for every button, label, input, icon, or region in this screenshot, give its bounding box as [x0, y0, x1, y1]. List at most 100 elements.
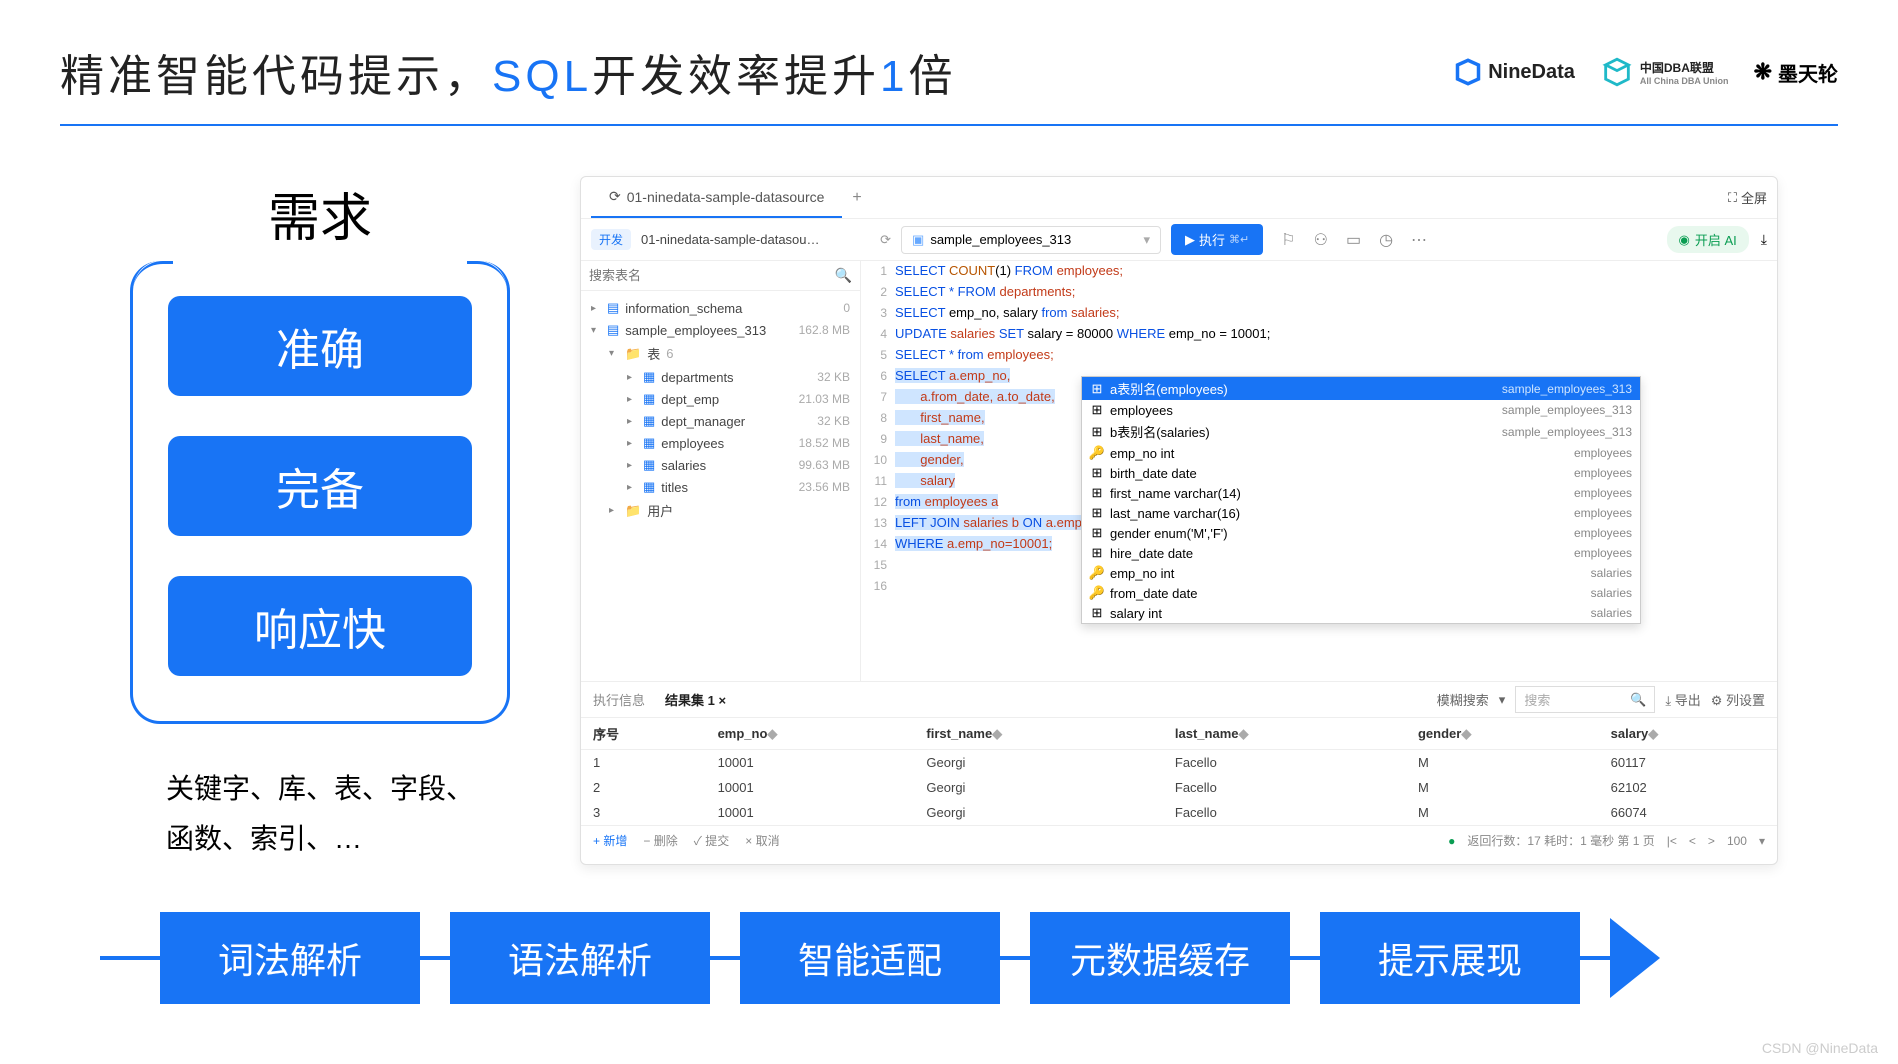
search-icon: 🔍	[1630, 692, 1646, 708]
flow-diagram: 词法解析 语法解析 智能适配 元数据缓存 提示展现	[100, 912, 1838, 1004]
flow-step: 智能适配	[740, 912, 1000, 1004]
autocomplete-item[interactable]: ⊞b表别名(salaries)sample_employees_313	[1082, 420, 1640, 443]
autocomplete-item[interactable]: ⊞first_name varchar(14)employees	[1082, 483, 1640, 503]
database-select[interactable]: ▣ sample_employees_313 ▾	[901, 226, 1161, 254]
tree-table[interactable]: ▸▦departments32 KB	[581, 366, 860, 388]
status-dot-icon: ●	[1448, 834, 1455, 848]
ide-screenshot: ⟳ 01-ninedata-sample-datasource + ⛶全屏 开发…	[580, 176, 1778, 865]
search-icon[interactable]: 🔍	[835, 267, 852, 284]
ai-button[interactable]: ◉开启 AI	[1667, 226, 1749, 253]
table-icon: ▦	[643, 457, 655, 473]
play-icon: ▶	[1185, 232, 1195, 248]
fullscreen-icon: ⛶	[1728, 190, 1737, 206]
format-icon[interactable]: ⚐	[1281, 230, 1295, 250]
folder-icon: 📁	[625, 503, 641, 519]
autocomplete-item[interactable]: ⊞employeessample_employees_313	[1082, 400, 1640, 420]
download-icon[interactable]: ⤓	[1761, 231, 1767, 248]
arrow-icon	[1610, 918, 1660, 998]
tree-db[interactable]: ▸▤information_schema0	[581, 297, 860, 319]
col-gender[interactable]: gender◆	[1406, 718, 1599, 750]
database-icon: ▤	[607, 322, 619, 338]
modb-logo: ❋墨天轮	[1754, 58, 1838, 87]
tab-result[interactable]: 结果集 1 ×	[665, 690, 726, 709]
run-button[interactable]: ▶ 执行 ⌘↵	[1171, 224, 1263, 255]
autocomplete-item[interactable]: ⊞salary intsalaries	[1082, 603, 1640, 623]
autocomplete-item[interactable]: ⊞birth_date dateemployees	[1082, 463, 1640, 483]
col-idx[interactable]: 序号	[581, 718, 706, 750]
source-selector[interactable]: 01-ninedata-sample-datasou…⟳	[641, 232, 891, 248]
autocomplete-item[interactable]: ⊞gender enum('M','F')employees	[1082, 523, 1640, 543]
autocomplete-item[interactable]: ⊞last_name varchar(16)employees	[1082, 503, 1640, 523]
code-editor[interactable]: 1SELECT COUNT(1) FROM employees; 2SELECT…	[861, 261, 1777, 681]
col-salary[interactable]: salary◆	[1599, 718, 1777, 750]
refresh-icon[interactable]: ⟳	[880, 232, 891, 248]
flow-step: 提示展现	[1320, 912, 1580, 1004]
left-note: 关键字、库、表、字段、函数、索引、…	[166, 764, 474, 865]
requirements-panel: 需求 准确 完备 响应快 关键字、库、表、字段、函数、索引、…	[120, 176, 520, 865]
search-mode[interactable]: 模糊搜索	[1437, 690, 1489, 709]
autocomplete-item[interactable]: 🔑emp_no intemployees	[1082, 443, 1640, 463]
table-row[interactable]: 310001GeorgiFacelloM66074	[581, 800, 1777, 825]
chevron-down-icon: ▾	[1143, 232, 1150, 248]
need-label: 需求	[268, 176, 372, 251]
tree-table[interactable]: ▸▦dept_emp21.03 MB	[581, 388, 860, 410]
dba-logo: 中国DBA联盟All China DBA Union	[1600, 55, 1729, 89]
tree-folder[interactable]: ▾📁表 6	[581, 341, 860, 366]
tree-table[interactable]: ▸▦employees18.52 MB	[581, 432, 860, 454]
column-settings[interactable]: ⚙ 列设置	[1711, 690, 1765, 709]
table-row[interactable]: 110001GeorgiFacelloM60117	[581, 750, 1777, 776]
search-input[interactable]	[589, 268, 835, 283]
autocomplete-item[interactable]: ⊞hire_date dateemployees	[1082, 543, 1640, 563]
autocomplete-item[interactable]: 🔑from_date datesalaries	[1082, 583, 1640, 603]
add-button[interactable]: + 新增	[593, 832, 627, 849]
ai-icon: ◉	[1679, 232, 1690, 248]
commit-button[interactable]: ✓ 提交	[694, 832, 730, 849]
delete-button[interactable]: − 删除	[643, 832, 677, 849]
next-page[interactable]: >	[1708, 834, 1715, 848]
tab-exec-info[interactable]: 执行信息	[593, 690, 645, 709]
first-page[interactable]: |<	[1667, 834, 1677, 848]
more-icon[interactable]: ⋯	[1411, 230, 1427, 250]
fullscreen-button[interactable]: ⛶全屏	[1728, 188, 1767, 207]
database-icon: ▣	[912, 232, 924, 248]
col-ln[interactable]: last_name◆	[1163, 718, 1406, 750]
database-icon: ▤	[607, 300, 619, 316]
flow-step: 语法解析	[450, 912, 710, 1004]
editor-tab[interactable]: ⟳ 01-ninedata-sample-datasource	[591, 177, 842, 218]
pill-fast: 响应快	[168, 576, 472, 676]
save-icon[interactable]: ▭	[1346, 230, 1361, 250]
table-icon: ▦	[643, 369, 655, 385]
status-info: 返回行数：17 耗时：1 毫秒 第 1 页	[1467, 832, 1654, 849]
page-title: 精准智能代码提示，SQL开发效率提升1倍	[60, 40, 957, 104]
flow-step: 元数据缓存	[1030, 912, 1290, 1004]
cancel-button[interactable]: × 取消	[745, 832, 779, 849]
tree-table[interactable]: ▸▦titles23.56 MB	[581, 476, 860, 498]
col-empno[interactable]: emp_no◆	[706, 718, 915, 750]
export-button[interactable]: ⤓ 导出	[1665, 690, 1700, 709]
tree-icon[interactable]: ⚇	[1314, 230, 1328, 250]
refresh-icon: ⟳	[609, 188, 621, 205]
autocomplete-item[interactable]: ⊞a表别名(employees)sample_employees_313	[1082, 377, 1640, 400]
tree-table[interactable]: ▸▦salaries99.63 MB	[581, 454, 860, 476]
autocomplete-popup[interactable]: ⊞a表别名(employees)sample_employees_313⊞emp…	[1081, 376, 1641, 624]
flow-step: 词法解析	[160, 912, 420, 1004]
history-icon[interactable]: ◷	[1379, 230, 1393, 250]
ninedata-logo: NineData	[1454, 58, 1575, 86]
autocomplete-item[interactable]: 🔑emp_no intsalaries	[1082, 563, 1640, 583]
table-row[interactable]: 210001GeorgiFacelloM62102	[581, 775, 1777, 800]
prev-page[interactable]: <	[1689, 834, 1696, 848]
result-search[interactable]: 搜索🔍	[1515, 686, 1655, 713]
search-box[interactable]: 🔍	[581, 261, 860, 291]
pill-complete: 完备	[168, 436, 472, 536]
page-size[interactable]: 100	[1727, 834, 1747, 848]
tree-table[interactable]: ▸▦dept_manager32 KB	[581, 410, 860, 432]
table-icon: ▦	[643, 391, 655, 407]
tree-db[interactable]: ▾▤sample_employees_313162.8 MB	[581, 319, 860, 341]
tree-folder[interactable]: ▸📁用户	[581, 498, 860, 523]
add-tab-button[interactable]: +	[852, 189, 861, 207]
folder-icon: 📁	[625, 346, 641, 362]
watermark: CSDN @NineData	[1762, 1040, 1878, 1056]
dev-badge: 开发	[591, 229, 631, 250]
table-icon: ▦	[643, 413, 655, 429]
col-fn[interactable]: first_name◆	[914, 718, 1162, 750]
